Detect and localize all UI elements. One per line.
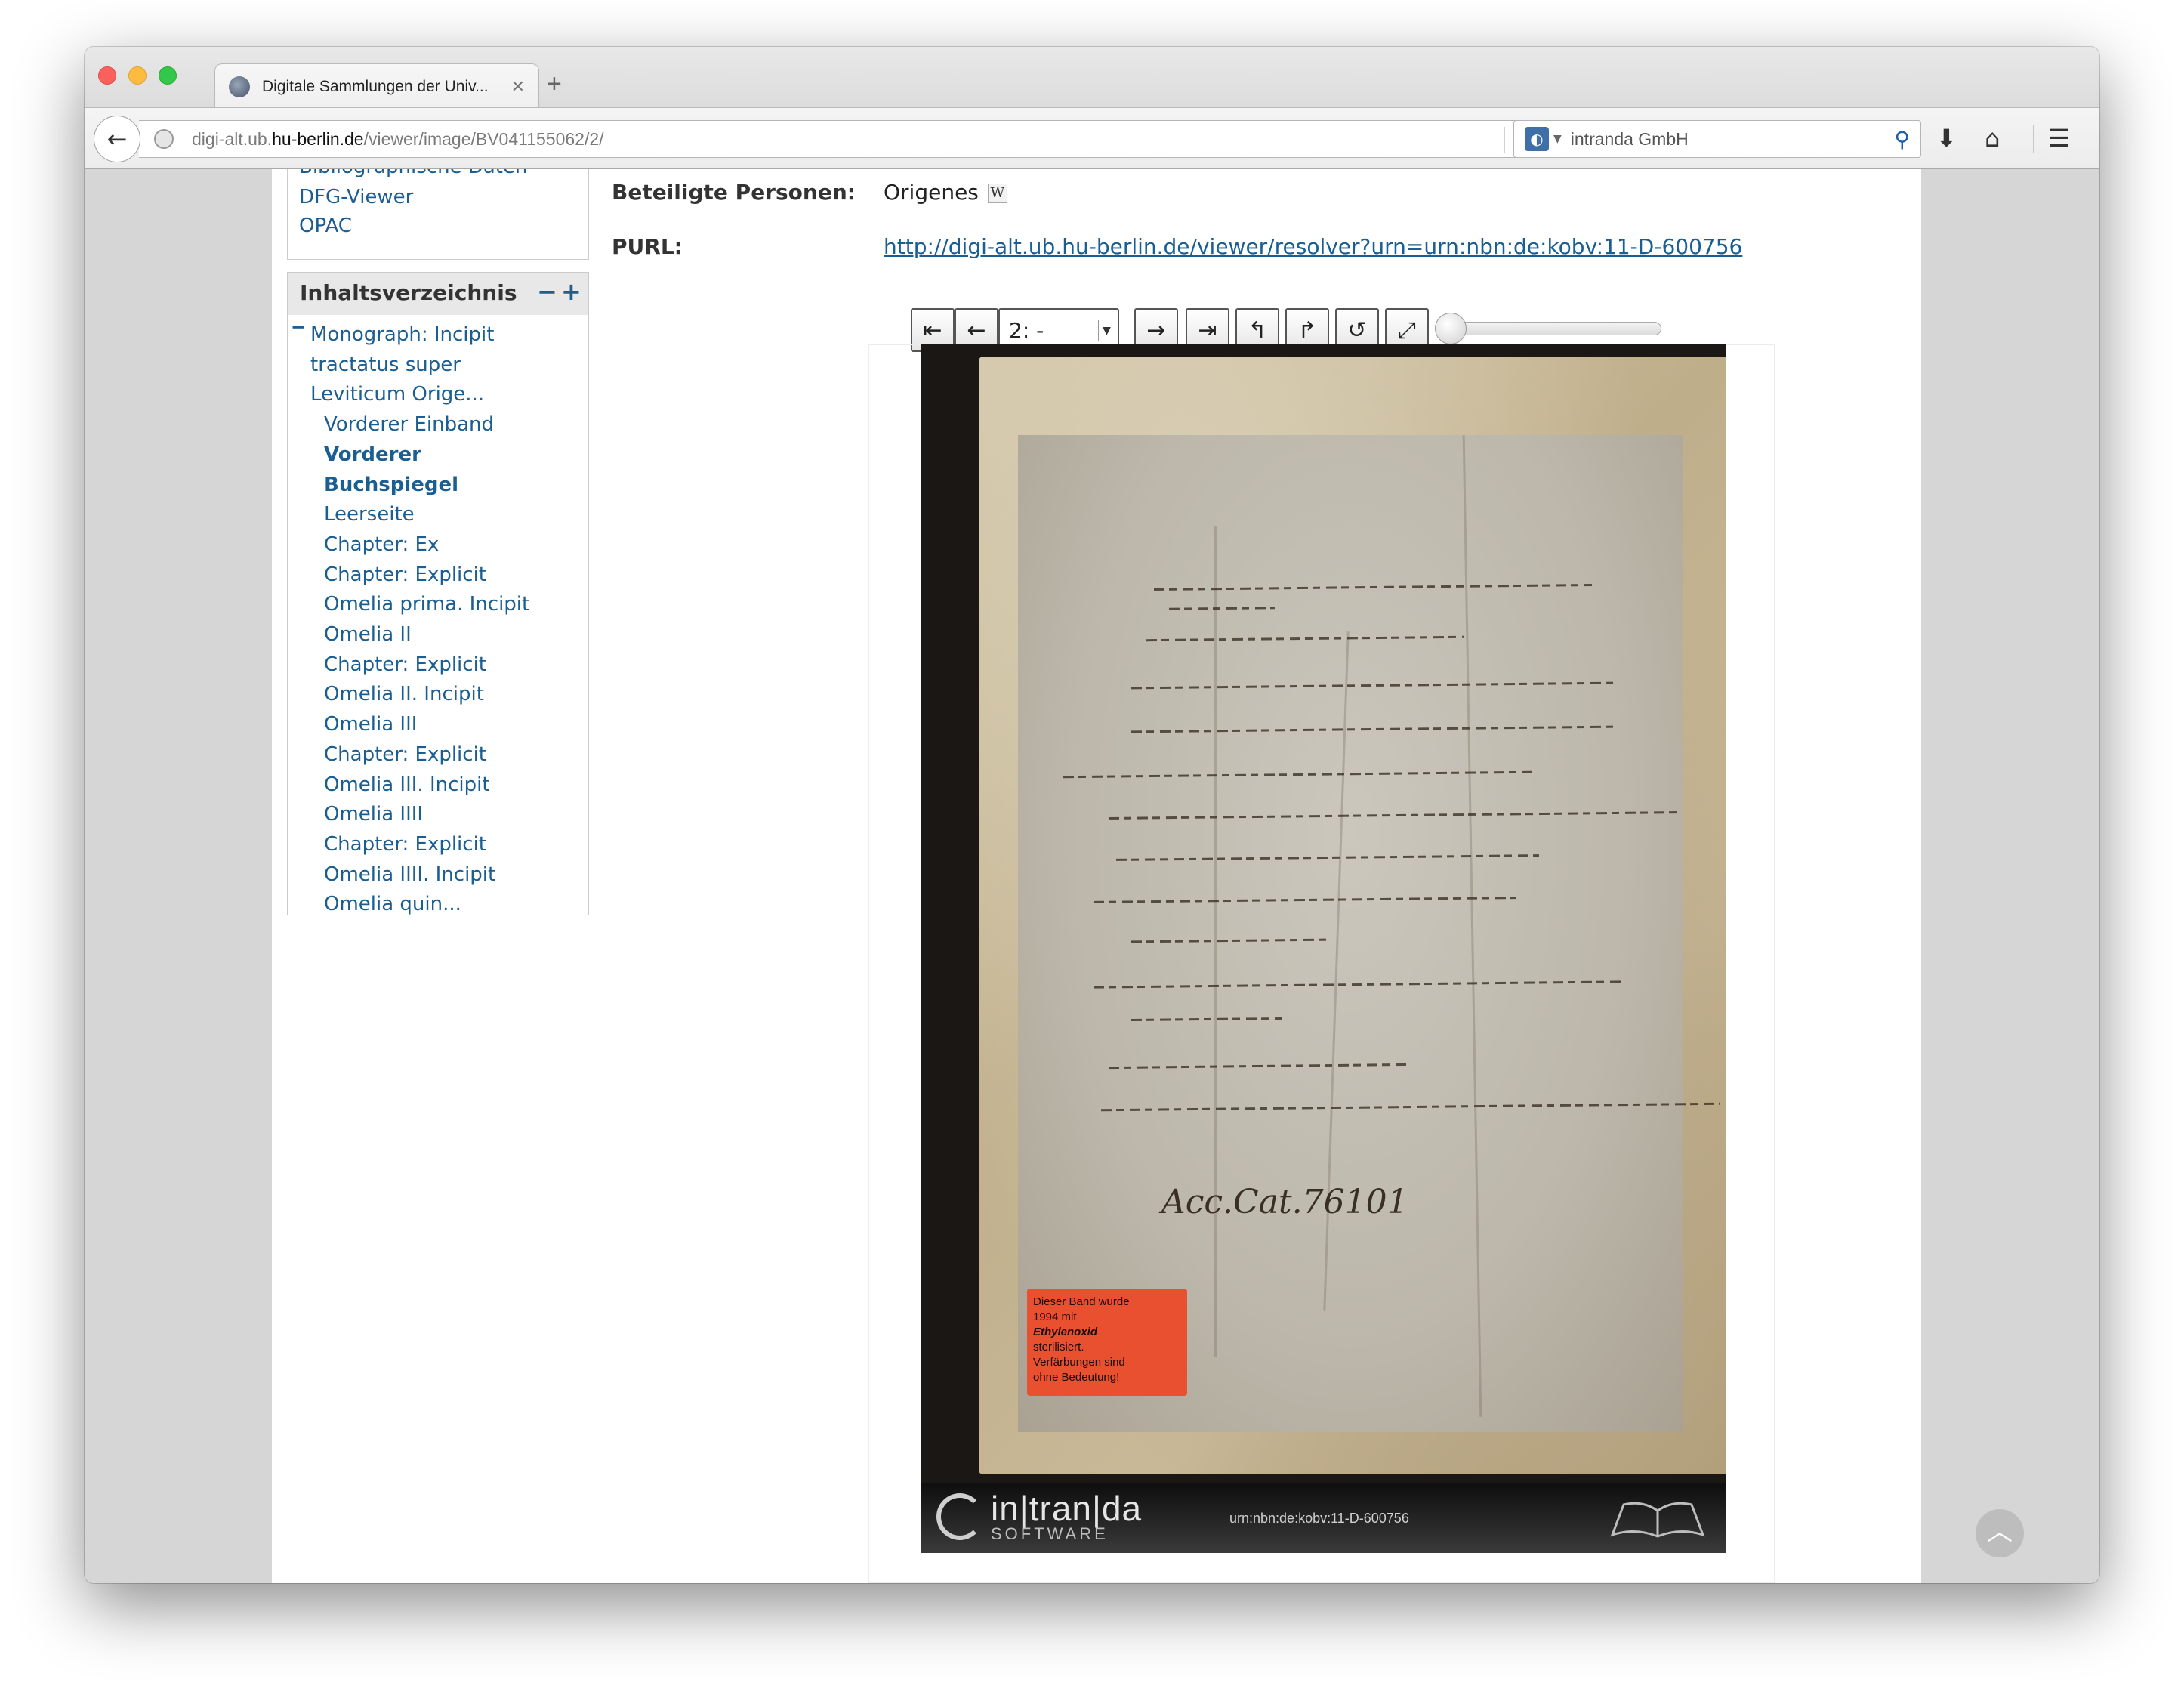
manuscript-scan[interactable]: Acc.Cat.76101 Dieser Band wurde 1994 mit…: [921, 344, 1726, 1553]
toc-item[interactable]: Chapter: Explicit: [324, 561, 486, 589]
minimize-window-button[interactable]: [128, 66, 147, 85]
toc-item[interactable]: Omelia II: [324, 621, 412, 649]
new-tab-button[interactable]: +: [547, 71, 562, 97]
toc-item[interactable]: Buchspiegel: [324, 471, 458, 499]
open-book-icon: [1610, 1502, 1705, 1538]
download-icon[interactable]: ⬇: [1936, 122, 1957, 155]
purl-link[interactable]: http://digi-alt.ub.hu-berlin.de/viewer/r…: [884, 234, 1742, 259]
maximize-window-button[interactable]: [159, 66, 177, 85]
toc-item[interactable]: Monograph: Incipit: [310, 321, 494, 349]
sidebar-link-bibliographische-daten[interactable]: Bibliographische Daten: [299, 169, 527, 178]
intranda-logo: in|tran|da SOFTWARE: [936, 1491, 1142, 1542]
toc-item[interactable]: Chapter: Explicit: [324, 741, 486, 769]
toc-collapse-all-button[interactable]: −: [537, 277, 557, 306]
menu-icon[interactable]: ☰: [2048, 122, 2070, 155]
scroll-to-top-button[interactable]: ︿: [1976, 1509, 2024, 1557]
toc-item[interactable]: Omelia III: [324, 711, 417, 739]
search-engine-icon[interactable]: ◐: [1525, 127, 1549, 151]
scan-urn: urn:nbn:de:kobv:11-D-600756: [1229, 1511, 1409, 1526]
tab-close-icon[interactable]: ✕: [511, 77, 525, 97]
toc-node-collapse-icon[interactable]: −: [291, 316, 306, 338]
close-window-button[interactable]: [98, 66, 116, 85]
back-icon: ←: [106, 125, 128, 153]
arrow-right-icon: →: [1146, 316, 1166, 344]
chevron-down-icon[interactable]: ▼: [1553, 133, 1562, 145]
toc-item[interactable]: Vorderer: [324, 441, 421, 469]
tab-title: Digitale Sammlungen der Univ...: [262, 77, 489, 95]
url-bar[interactable]: digi-alt.ub.hu-berlin.de/viewer/image/BV…: [139, 120, 1569, 158]
page-content: Bibliographische Daten DFG-Viewer OPAC I…: [272, 169, 1921, 1583]
page-select-value: 2: -: [1009, 317, 1044, 343]
nav-toolbar: digi-alt.ub.hu-berlin.de/viewer/image/BV…: [85, 107, 2099, 169]
search-icon[interactable]: ⚲: [1894, 127, 1910, 152]
back-button[interactable]: ←: [94, 116, 140, 162]
toc-item[interactable]: Omelia IIII: [324, 801, 423, 829]
scan-footer: in|tran|da SOFTWARE urn:nbn:de:kobv:11-D…: [921, 1483, 1726, 1553]
home-icon[interactable]: ⌂: [1985, 122, 2000, 155]
first-page-icon: ⇤: [923, 316, 942, 344]
toc-item[interactable]: Omelia III. Incipit: [324, 771, 490, 799]
wikipedia-icon[interactable]: W: [987, 184, 1007, 203]
toc-item[interactable]: Leviticum Orige...: [310, 381, 484, 409]
tab-bar: Digitale Sammlungen der Univ... ✕ +: [85, 47, 2099, 109]
last-page-icon: ⇥: [1198, 316, 1217, 344]
search-bar[interactable]: ◐ ▼ intranda GmbH ⚲: [1513, 120, 1921, 158]
pastedown-page: Acc.Cat.76101: [1018, 435, 1720, 1432]
shelfmark: Acc.Cat.76101: [1161, 1183, 1408, 1221]
toc-item[interactable]: Omelia II. Incipit: [324, 681, 484, 708]
tab-digitale-sammlungen[interactable]: Digitale Sammlungen der Univ... ✕: [214, 63, 539, 109]
person-origenes-link[interactable]: Origenes: [884, 180, 979, 205]
toc-header: Inhaltsverzeichnis − +: [288, 273, 588, 315]
toc-item[interactable]: Omelia quin...: [324, 891, 461, 915]
toc-item[interactable]: Omelia IIII. Incipit: [324, 861, 495, 889]
toc-item[interactable]: Chapter: Explicit: [324, 651, 486, 679]
site-favicon-icon: [229, 76, 250, 97]
rotate-left-icon: ↰: [1248, 316, 1267, 344]
toc-item[interactable]: Omelia prima. Incipit: [324, 591, 529, 619]
reset-icon: ↺: [1347, 316, 1367, 344]
arrow-left-icon: ←: [967, 316, 986, 344]
toc-item[interactable]: Leerseite: [324, 501, 415, 529]
purl-label: PURL:: [612, 234, 683, 259]
persons-label: Beteiligte Personen:: [612, 180, 856, 205]
toc-expand-all-button[interactable]: +: [561, 277, 581, 306]
zoom-slider-track[interactable]: [1450, 322, 1661, 335]
browser-window: Digitale Sammlungen der Univ... ✕ + digi…: [85, 47, 2099, 1583]
page-viewport: Bibliographische Daten DFG-Viewer OPAC I…: [85, 169, 2099, 1583]
persons-value: Origenes W: [884, 180, 1007, 205]
toc-title: Inhaltsverzeichnis: [300, 280, 517, 305]
toc-item[interactable]: Chapter: Ex: [324, 531, 439, 559]
toc-item[interactable]: tractatus super: [310, 351, 461, 379]
sidebar-link-opac[interactable]: OPAC: [299, 215, 352, 237]
zoom-slider-handle[interactable]: [1435, 313, 1467, 344]
globe-icon: [154, 129, 174, 149]
sidebar-link-dfg-viewer[interactable]: DFG-Viewer: [299, 186, 413, 208]
intranda-logo-icon: [936, 1493, 983, 1540]
chevron-up-icon: ︿: [1987, 1517, 2013, 1547]
fullscreen-icon: ⤢: [1398, 316, 1416, 344]
toc-box: Inhaltsverzeichnis − + − Monograph: Inci…: [287, 272, 589, 915]
chevron-down-icon: ▼: [1098, 320, 1115, 341]
url-text: digi-alt.ub.hu-berlin.de/viewer/image/BV…: [192, 128, 604, 149]
rotate-right-icon: ↱: [1297, 316, 1317, 344]
search-input[interactable]: intranda GmbH: [1571, 129, 1895, 150]
sterilization-sticker: Dieser Band wurde 1994 mit Ethylenoxid s…: [1027, 1289, 1187, 1396]
toc-item[interactable]: Vorderer Einband: [324, 411, 494, 439]
toc-item[interactable]: Chapter: Explicit: [324, 831, 486, 859]
